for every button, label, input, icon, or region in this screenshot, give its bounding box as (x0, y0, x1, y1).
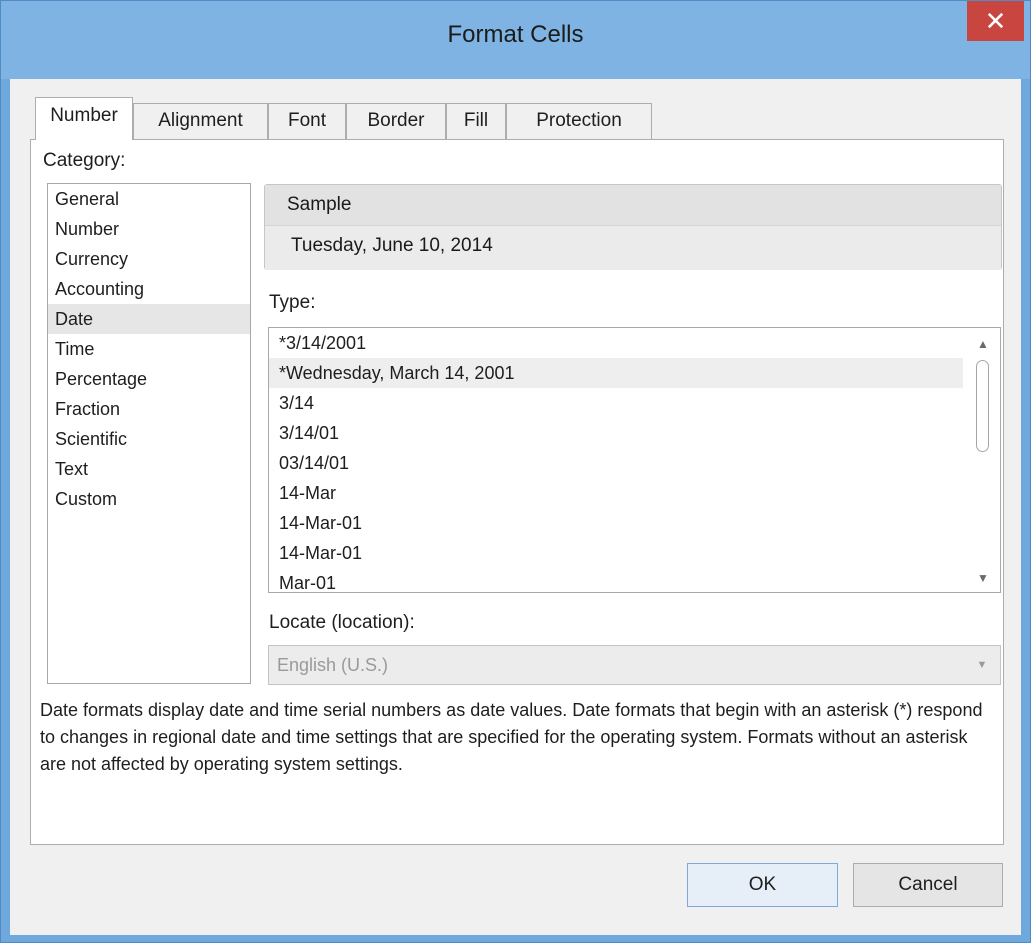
category-item-general[interactable]: General (48, 184, 250, 214)
sample-value: Tuesday, June 10, 2014 (265, 226, 1001, 270)
ok-button[interactable]: OK (687, 863, 838, 907)
scroll-up-arrow-icon[interactable]: ▲ (966, 330, 1000, 358)
category-list[interactable]: General Number Currency Accounting Date … (47, 183, 251, 684)
type-item[interactable]: *Wednesday, March 14, 2001 (269, 358, 963, 388)
title-bar[interactable]: Format Cells ✕ (1, 1, 1030, 79)
tab-protection[interactable]: Protection (506, 103, 652, 139)
scroll-thumb[interactable] (976, 360, 989, 452)
type-item[interactable]: 3/14 (269, 388, 963, 418)
type-item[interactable]: *3/14/2001 (269, 328, 963, 358)
type-item[interactable]: 03/14/01 (269, 448, 963, 478)
dropdown-arrow-icon[interactable]: ▼ (970, 646, 994, 684)
category-item-accounting[interactable]: Accounting (48, 274, 250, 304)
type-item[interactable]: 14-Mar-01 (269, 508, 963, 538)
tab-alignment[interactable]: Alignment (133, 103, 268, 139)
close-button[interactable]: ✕ (967, 1, 1024, 41)
sample-group: Sample Tuesday, June 10, 2014 (264, 184, 1002, 270)
tab-font[interactable]: Font (268, 103, 346, 139)
category-item-percentage[interactable]: Percentage (48, 364, 250, 394)
type-label: Type: (269, 292, 316, 313)
category-label: Category: (43, 150, 126, 171)
sample-label: Sample (265, 185, 1001, 226)
category-item-date[interactable]: Date (48, 304, 250, 334)
category-item-time[interactable]: Time (48, 334, 250, 364)
tab-number[interactable]: Number (35, 97, 133, 140)
category-item-custom[interactable]: Custom (48, 484, 250, 514)
number-tab-panel: Category: General Number Currency Accoun… (30, 139, 1004, 845)
tab-fill[interactable]: Fill (446, 103, 506, 139)
format-cells-dialog: Format Cells ✕ Number Alignment Font Bor… (0, 0, 1031, 943)
locale-label: Locate (location): (269, 612, 415, 633)
type-item[interactable]: Mar-01 (269, 568, 963, 592)
dialog-title: Format Cells (447, 21, 584, 48)
type-item[interactable]: 3/14/01 (269, 418, 963, 448)
locale-select[interactable]: English (U.S.) ▼ (268, 645, 1001, 685)
category-description: Date formats display date and time seria… (40, 700, 983, 774)
category-item-text[interactable]: Text (48, 454, 250, 484)
cancel-button[interactable]: Cancel (853, 863, 1003, 907)
type-item[interactable]: 14-Mar-01 (269, 538, 963, 568)
type-list[interactable]: *3/14/2001 *Wednesday, March 14, 2001 3/… (268, 327, 1001, 593)
tab-border[interactable]: Border (346, 103, 446, 139)
dialog-client-area: Number Alignment Font Border Fill Protec… (10, 79, 1021, 935)
category-item-fraction[interactable]: Fraction (48, 394, 250, 424)
category-item-number[interactable]: Number (48, 214, 250, 244)
locale-value: English (U.S.) (277, 655, 389, 675)
scroll-down-arrow-icon[interactable]: ▼ (966, 564, 1000, 592)
type-item[interactable]: 14-Mar (269, 478, 963, 508)
type-list-scrollbar[interactable]: ▲ ▼ (966, 328, 1000, 592)
category-item-scientific[interactable]: Scientific (48, 424, 250, 454)
category-item-currency[interactable]: Currency (48, 244, 250, 274)
